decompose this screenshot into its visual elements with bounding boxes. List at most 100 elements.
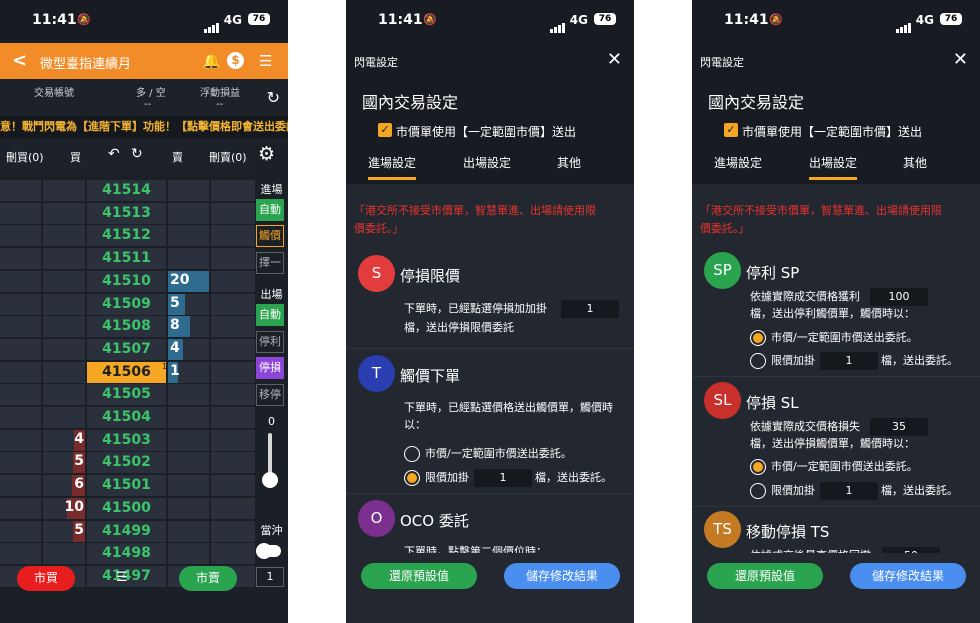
ladder-cell[interactable] [0,338,41,360]
stop-loss-limit-radio[interactable] [750,483,766,499]
save-button[interactable]: 儲存修改結果 [504,563,620,589]
ladder-row[interactable]: 41513 [0,202,255,225]
ladder-cell[interactable] [168,248,209,270]
list-icon[interactable]: ☰ [116,570,128,585]
take-profit-limit-input[interactable]: 1 [820,352,878,370]
touch-market-radio[interactable] [404,446,420,462]
ladder-cell[interactable] [211,520,255,542]
ladder-cell[interactable] [43,361,85,383]
ladder-cell[interactable] [0,270,41,292]
ladder-price[interactable]: 41508 [87,318,166,334]
ladder-price[interactable]: 41502 [87,454,166,470]
ladder-row[interactable]: 41504 [0,407,255,429]
ladder-cell[interactable] [0,520,41,542]
back-icon[interactable]: < [12,50,27,71]
tab-entry[interactable]: 進場設定 [714,154,762,171]
ladder-row[interactable]: 41498 [0,543,255,565]
slider-handle[interactable] [262,472,278,488]
ladder-price[interactable]: 41507 [87,341,166,357]
ladder-cell[interactable] [211,429,255,451]
ladder-row[interactable]: 41505 [0,384,255,406]
ladder-cell[interactable] [0,293,41,315]
ladder-price[interactable]: 41510 [87,273,166,289]
market-sell-button[interactable]: 市賣 [179,566,237,591]
check-icon[interactable]: ✓ [724,123,738,137]
close-icon[interactable]: ✕ [607,49,622,70]
ladder-cell[interactable] [211,497,255,519]
ladder-price[interactable]: 41514 [87,182,166,198]
reset-button[interactable]: 還原預設值 [707,563,823,589]
ladder-price[interactable]: 41512 [87,227,166,243]
take-profit-button[interactable]: 停利 [256,331,284,353]
ladder-cell[interactable] [43,270,85,292]
ladder-row[interactable]: 41514 [0,180,255,202]
ladder-cell[interactable] [0,384,41,406]
ladder-cell[interactable] [168,452,209,474]
ladder-cell[interactable] [211,225,255,247]
ladder-row[interactable]: 41509 5 [0,293,255,316]
tab-exit[interactable]: 出場設定 [809,154,858,180]
ladder-cell[interactable] [211,316,255,338]
ladder-cell[interactable] [168,384,209,406]
ladder-cell[interactable] [211,475,255,497]
ladder-cell[interactable] [43,180,85,201]
ladder-row[interactable]: 41511 [0,248,255,270]
ladder-row[interactable]: 41512 [0,225,255,247]
ladder-cell[interactable] [211,270,255,292]
ladder-cell[interactable] [43,407,85,428]
ladder-cell[interactable] [211,543,255,565]
gear-icon[interactable]: ⚙ [258,143,275,165]
ladder-cell[interactable] [168,180,209,201]
delete-sell-button[interactable]: 刪賣(0) [209,149,247,165]
dollar-icon[interactable]: $ [227,52,244,69]
ladder-cell[interactable] [43,293,85,315]
ladder-row[interactable]: 41510 20 [0,270,255,293]
ladder-cell[interactable] [0,543,41,565]
bell-icon[interactable]: 🔔 [202,52,221,70]
ladder-price[interactable]: 41503 [87,432,166,448]
ladder-cell[interactable] [0,248,41,270]
ladder-cell[interactable] [211,407,255,428]
ladder-cell[interactable] [211,384,255,406]
quantity-input[interactable]: 1 [256,567,284,587]
ladder-cell[interactable] [168,407,209,428]
ladder-cell[interactable] [43,202,85,224]
reload-icon[interactable]: ↻ [131,146,143,162]
ladder-price[interactable]: 41499 [87,523,166,539]
ladder-price[interactable]: 41498 [87,545,166,561]
take-profit-market-radio[interactable] [750,330,766,346]
ladder-cell[interactable] [211,338,255,360]
ladder-row[interactable]: 41501 6 [0,475,255,497]
ladder-price[interactable]: 41511 [87,250,166,266]
undo-icon[interactable]: ↶ [108,146,120,162]
ladder-price[interactable]: 41504 [87,409,166,425]
ladder-cell[interactable] [211,180,255,201]
ladder-row[interactable]: 41500 10 [0,497,255,520]
ladder-cell[interactable] [43,225,85,247]
ladder-cell[interactable] [168,543,209,565]
ladder-cell[interactable] [43,338,85,360]
stop-loss-limit-input[interactable]: 1 [820,482,878,500]
stop-loss-button[interactable]: 停損 [256,357,284,379]
daytrade-toggle[interactable] [256,543,281,559]
ladder-cell[interactable] [0,452,41,474]
ladder-cell[interactable] [168,475,209,497]
ladder-cell[interactable] [0,497,41,519]
take-profit-limit-radio[interactable] [750,353,766,369]
ladder-row[interactable]: 41508 8 [0,316,255,338]
tab-other[interactable]: 其他 [903,154,927,171]
stop-loss-ticks-input[interactable]: 35 [870,418,928,436]
ladder-cell[interactable] [168,225,209,247]
save-button[interactable]: 儲存修改結果 [850,563,966,589]
select-one-button[interactable]: 擇一 [256,252,284,274]
ladder-row[interactable]: 41499 5 [0,520,255,543]
ladder-cell[interactable] [211,452,255,474]
ladder-cell[interactable] [168,520,209,542]
ladder-cell[interactable] [211,293,255,315]
ladder-cell[interactable] [0,180,41,201]
take-profit-ticks-input[interactable]: 100 [870,288,928,306]
menu-icon[interactable]: ☰ [259,52,272,70]
exit-auto-button[interactable]: 自動 [256,304,284,326]
touch-limit-ticks-input[interactable]: 1 [474,469,532,487]
ladder-cell[interactable] [43,543,85,565]
